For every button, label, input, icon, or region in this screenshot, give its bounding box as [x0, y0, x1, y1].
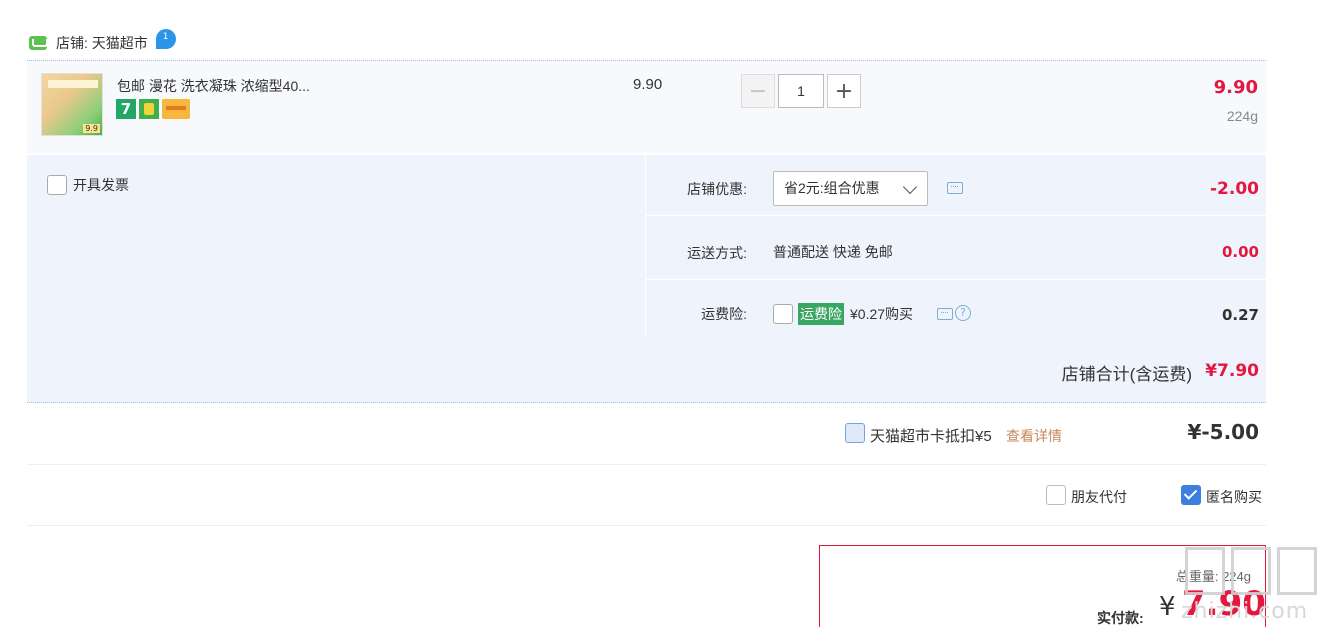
currency-symbol: ¥	[1159, 592, 1176, 622]
product-badges: 7	[116, 99, 190, 119]
order-details: 店铺优惠: 省2元:组合优惠 -2.00 运送方式: 0.00 普通配送 快递 …	[645, 155, 1267, 338]
paid-label: 实付款:	[1097, 610, 1144, 626]
quantity-increase-button[interactable]: +	[827, 74, 861, 108]
chevron-down-icon	[902, 179, 918, 195]
invoice-label: 开具发票	[73, 177, 129, 193]
supermarket-card-row: 天猫超市卡抵扣¥5 查看详情 ¥-5.00	[27, 404, 1266, 465]
store-header: 店铺: 天猫超市	[29, 29, 176, 54]
cart-item-row: 包邮 漫花 洗衣凝珠 浓缩型40... 7 9.90 − + 9.90 224g	[27, 60, 1266, 153]
friend-pay-checkbox[interactable]	[1046, 485, 1066, 505]
insurance-label: 运费险:	[701, 306, 747, 322]
discount-select[interactable]: 省2元:组合优惠	[773, 171, 928, 206]
shipping-label: 运送方式:	[687, 245, 747, 261]
watermark-glyph	[1231, 547, 1271, 595]
seven-day-return-icon: 7	[116, 99, 136, 119]
discount-row: 店铺优惠: 省2元:组合优惠 -2.00	[646, 155, 1267, 216]
discount-amount: -2.00	[1210, 179, 1259, 199]
watermark-glyph	[1185, 547, 1225, 595]
product-title[interactable]: 包邮 漫花 洗衣凝珠 浓缩型40...	[117, 76, 310, 96]
tmall-guarantee-icon	[139, 99, 159, 119]
watermark-glyph	[1277, 547, 1317, 595]
invoice-option[interactable]: 开具发票	[47, 175, 129, 195]
discount-label: 店铺优惠:	[687, 181, 747, 197]
store-name[interactable]: 店铺: 天猫超市	[56, 33, 148, 53]
quantity-decrease-button[interactable]: −	[741, 74, 775, 108]
watermark-text: zhizhi.com	[1181, 599, 1309, 624]
message-icon[interactable]	[937, 308, 953, 320]
insurance-amount: 0.27	[1221, 306, 1259, 324]
quantity-stepper: − +	[741, 74, 861, 108]
site-watermark: zhizhi.com	[1181, 547, 1321, 627]
insurance-price: ¥0.27购买	[850, 306, 914, 322]
message-icon[interactable]	[947, 182, 963, 194]
insurance-checkbox[interactable]	[773, 304, 793, 324]
shipping-method: 普通配送 快递 免邮	[773, 244, 893, 260]
quantity-input[interactable]	[778, 74, 824, 108]
friend-pay-label: 朋友代付	[1071, 489, 1127, 505]
order-options-panel: 开具发票 店铺优惠: 省2元:组合优惠 -2.00 运送方式: 0.00 普通配…	[27, 155, 1267, 338]
help-icon[interactable]: ?	[955, 305, 971, 321]
shipping-row: 运送方式: 0.00	[646, 219, 1267, 280]
insurance-option[interactable]: 运费险 ¥0.27购买	[773, 303, 913, 325]
store-total-label: 店铺合计(含运费)	[1061, 365, 1192, 384]
invoice-checkbox[interactable]	[47, 175, 67, 195]
product-thumbnail[interactable]	[41, 73, 103, 136]
credit-card-icon	[162, 99, 190, 119]
item-subtotal: 9.90	[1213, 77, 1258, 98]
anonymous-purchase-checkbox[interactable]	[1181, 485, 1201, 505]
insurance-tag: 运费险	[798, 303, 844, 325]
anonymous-purchase-label: 匿名购买	[1206, 489, 1262, 505]
unit-price: 9.90	[633, 76, 663, 93]
card-deduction-amount: ¥-5.00	[1187, 420, 1259, 444]
item-weight: 224g	[1226, 108, 1258, 124]
payment-options-row: 朋友代付 匿名购买	[27, 466, 1266, 526]
store-total-row: 店铺合计(含运费) ¥7.90	[27, 338, 1266, 403]
store-total-value: ¥7.90	[1205, 361, 1259, 381]
supermarket-card-checkbox[interactable]	[845, 423, 865, 443]
discount-selected-value: 省2元:组合优惠	[784, 180, 880, 196]
store-icon	[29, 36, 48, 50]
wangwang-chat-icon[interactable]	[155, 29, 176, 49]
supermarket-card-label: 天猫超市卡抵扣¥5	[870, 428, 992, 445]
shipping-amount: 0.00	[1221, 243, 1259, 261]
view-details-link[interactable]: 查看详情	[1006, 426, 1062, 446]
